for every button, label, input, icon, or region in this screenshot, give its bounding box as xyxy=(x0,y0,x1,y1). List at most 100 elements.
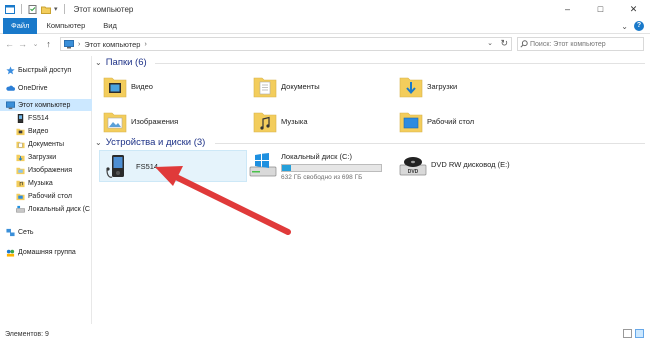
ribbon-tabs: Файл Компьютер Вид ⌄ ? xyxy=(0,17,650,34)
nav-item-pictures[interactable]: Изображения xyxy=(0,164,92,176)
nav-item-onedrive[interactable]: OneDrive xyxy=(0,82,92,94)
explorer-window-icon[interactable] xyxy=(5,4,15,14)
nav-item-downloads[interactable]: Загрузки xyxy=(0,151,92,163)
drive-free-space: 632 ГБ свободно из 698 ГБ xyxy=(281,174,363,181)
up-button[interactable]: ↑ xyxy=(42,39,55,49)
pictures-folder-icon xyxy=(16,167,25,174)
chevron-down-icon[interactable]: ⌄ xyxy=(95,58,102,67)
downloads-folder-icon xyxy=(399,77,423,98)
status-bar: Элементов: 9 xyxy=(0,326,650,342)
folder-tile-pictures[interactable]: Изображения xyxy=(103,108,178,134)
new-folder-icon[interactable] xyxy=(41,5,51,14)
star-icon xyxy=(6,65,15,74)
monitor-icon xyxy=(6,100,15,109)
back-button[interactable]: ← xyxy=(3,39,16,49)
toolbar-divider xyxy=(63,4,65,14)
qat-dropdown-icon[interactable]: ▾ xyxy=(54,5,58,13)
media-player-icon xyxy=(106,155,124,178)
forward-button[interactable]: → xyxy=(16,39,29,49)
group-header-folders[interactable]: ⌄ Папки (6) xyxy=(95,57,147,68)
dvd-drive-icon: DVD xyxy=(399,157,427,176)
nav-item-network[interactable]: Сеть xyxy=(0,226,92,238)
view-switcher xyxy=(623,329,644,338)
details-view-button[interactable] xyxy=(623,329,632,338)
address-dropdown-icon[interactable]: ⌄ xyxy=(487,39,493,47)
help-icon[interactable]: ? xyxy=(634,21,644,31)
nav-item-fs514[interactable]: FS514 xyxy=(0,112,92,124)
drive-usage-bar xyxy=(281,164,382,172)
navigation-pane: Быстрый доступ OneDrive Этот компьютер F… xyxy=(0,56,92,324)
documents-folder-icon xyxy=(253,77,277,98)
device-label: FS514 xyxy=(136,162,159,171)
quick-access-toolbar: ▾ xyxy=(5,4,68,14)
group-divider xyxy=(215,143,645,144)
nav-item-music[interactable]: Музыка xyxy=(0,177,92,189)
content-pane: ⌄ Папки (6) Видео Документы Загрузки Изо… xyxy=(93,53,650,325)
nav-item-this-pc[interactable]: Этот компьютер xyxy=(0,99,92,111)
device-tile-fs514[interactable]: FS514 xyxy=(99,150,247,182)
drive-usage-fill xyxy=(282,165,291,171)
maximize-button[interactable]: □ xyxy=(584,0,617,18)
nav-item-local-disk[interactable]: Локальный диск (C xyxy=(0,203,92,215)
folder-label: Документы xyxy=(281,81,320,91)
item-count: Элементов: 9 xyxy=(5,330,49,338)
close-button[interactable]: ✕ xyxy=(617,0,650,18)
folder-tile-documents[interactable]: Документы xyxy=(253,73,320,99)
address-bar[interactable]: › Этот компьютер › ⌄ ↻ xyxy=(60,37,512,51)
svg-text:DVD: DVD xyxy=(408,169,419,175)
music-folder-icon xyxy=(253,112,277,133)
refresh-button[interactable]: ↻ xyxy=(500,38,508,49)
folder-label: Видео xyxy=(131,81,153,91)
drive-tile-local-disk-c[interactable]: Локальный диск (C:) 632 ГБ свободно из 6… xyxy=(249,152,382,181)
nav-item-desktop[interactable]: Рабочий стол xyxy=(0,190,92,202)
music-folder-icon xyxy=(16,180,25,187)
window-controls: – □ ✕ xyxy=(551,0,650,18)
folder-label: Изображения xyxy=(131,116,179,126)
folder-tile-video[interactable]: Видео xyxy=(103,73,153,99)
properties-icon[interactable] xyxy=(28,4,38,14)
folder-tile-downloads[interactable]: Загрузки xyxy=(399,73,457,99)
folder-tile-desktop[interactable]: Рабочий стол xyxy=(399,108,474,134)
desktop-folder-icon xyxy=(16,193,25,200)
downloads-folder-icon xyxy=(16,154,25,161)
folder-tile-music[interactable]: Музыка xyxy=(253,108,308,134)
device-icon xyxy=(17,113,24,123)
search-input[interactable]: Поиск: Этот компьютер xyxy=(517,37,644,51)
folder-label: Загрузки xyxy=(427,81,458,91)
window-title: Этот компьютер xyxy=(73,4,134,14)
address-row: ← → ⌄ ↑ › Этот компьютер › ⌄ ↻ Поиск: Эт… xyxy=(0,35,650,53)
tab-view[interactable]: Вид xyxy=(94,18,126,34)
group-divider xyxy=(155,63,645,64)
drive-label: Локальный диск (C:) xyxy=(281,152,352,161)
pictures-folder-icon xyxy=(103,112,127,133)
nav-item-video[interactable]: Видео xyxy=(0,125,92,137)
documents-folder-icon xyxy=(16,141,25,148)
title-bar: ▾ Этот компьютер – □ ✕ xyxy=(0,0,650,18)
search-icon xyxy=(520,40,528,48)
monitor-icon xyxy=(64,39,74,48)
desktop-folder-icon xyxy=(399,112,423,133)
homegroup-icon xyxy=(6,249,15,257)
tab-file[interactable]: Файл xyxy=(3,17,38,34)
toolbar-divider xyxy=(21,4,22,14)
search-placeholder: Поиск: Этот компьютер xyxy=(530,40,606,48)
breadcrumb-separator[interactable]: › xyxy=(144,41,146,48)
drive-tile-dvd-e[interactable]: DVD DVD RW дисковод (E:) xyxy=(399,152,510,178)
nav-item-homegroup[interactable]: Домашняя группа xyxy=(0,246,92,258)
minimize-button[interactable]: – xyxy=(551,0,584,18)
nav-item-quick-access[interactable]: Быстрый доступ xyxy=(0,64,92,76)
tiles-view-button[interactable] xyxy=(635,329,644,338)
recent-locations-button[interactable]: ⌄ xyxy=(29,40,42,48)
expand-ribbon-icon[interactable]: ⌄ xyxy=(621,22,628,31)
breadcrumb-this-pc[interactable]: Этот компьютер xyxy=(84,40,140,49)
ribbon-right-controls: ⌄ ? xyxy=(621,18,644,34)
tab-computer[interactable]: Компьютер xyxy=(37,18,94,34)
video-folder-icon xyxy=(16,128,25,135)
cloud-icon xyxy=(6,85,15,91)
drive-icon xyxy=(16,205,25,212)
breadcrumb-separator[interactable]: › xyxy=(78,41,80,48)
network-icon xyxy=(6,228,15,236)
nav-item-documents[interactable]: Документы xyxy=(0,138,92,150)
chevron-down-icon[interactable]: ⌄ xyxy=(95,138,102,147)
group-header-devices[interactable]: ⌄ Устройства и диски (3) xyxy=(95,137,205,148)
